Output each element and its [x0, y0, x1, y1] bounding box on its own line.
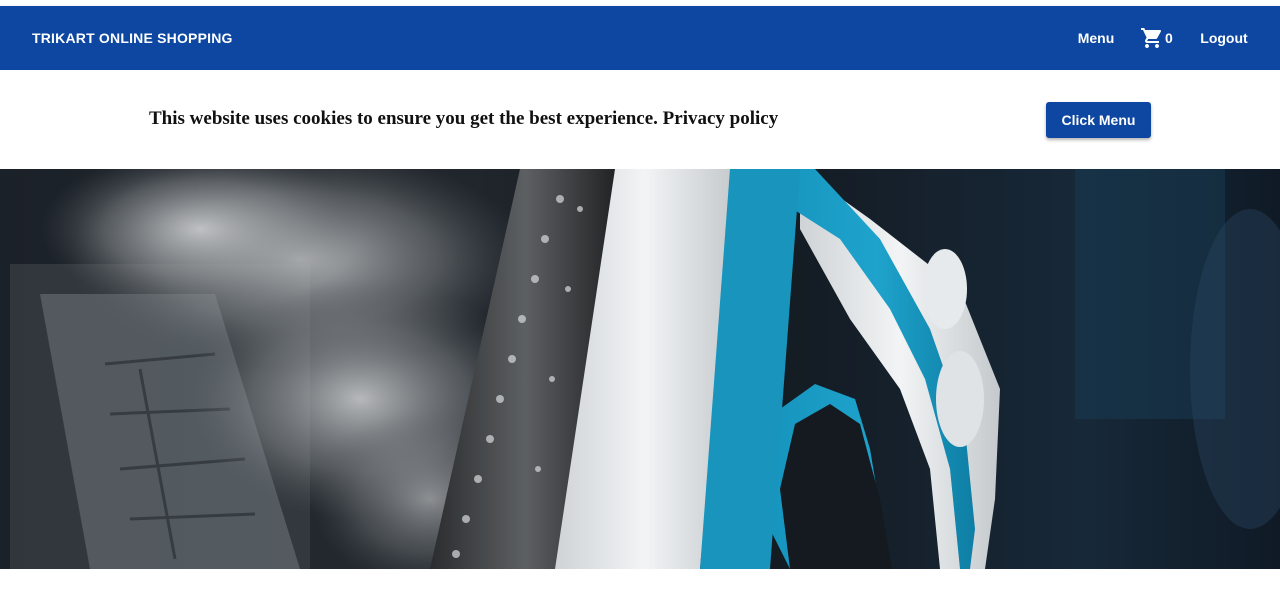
shopping-cart-icon: [1140, 26, 1164, 50]
logout-button[interactable]: Logout: [1192, 22, 1256, 54]
cart-button[interactable]: 0: [1140, 22, 1184, 54]
cookie-banner: This website uses cookies to ensure you …: [0, 70, 1280, 169]
app-bar: TRIKART ONLINE SHOPPING Menu 0 Logout: [0, 6, 1280, 70]
steam-iron-image: [10, 169, 1280, 569]
hero-banner: [0, 169, 1280, 569]
click-menu-button[interactable]: Click Menu: [1046, 102, 1151, 138]
menu-button[interactable]: Menu: [1068, 22, 1124, 54]
cart-count-badge: 0: [1165, 30, 1173, 46]
brand-title[interactable]: TRIKART ONLINE SHOPPING: [32, 30, 233, 46]
cookie-message: This website uses cookies to ensure you …: [149, 108, 779, 129]
